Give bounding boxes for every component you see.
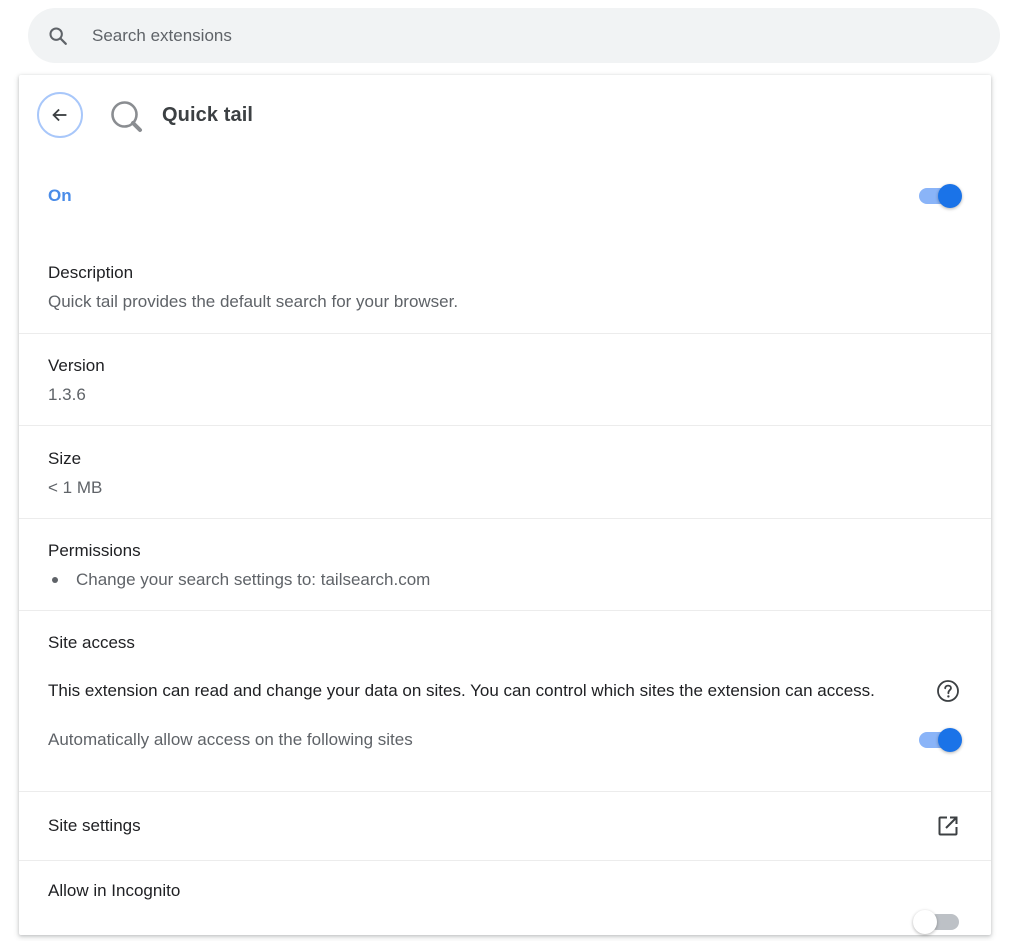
search-bar[interactable] bbox=[28, 8, 1000, 63]
site-settings-label: Site settings bbox=[48, 816, 141, 835]
auto-allow-toggle[interactable] bbox=[917, 727, 963, 753]
version-value: 1.3.6 bbox=[48, 385, 86, 404]
toggle-knob bbox=[938, 184, 962, 208]
incognito-label: Allow in Incognito bbox=[48, 881, 181, 900]
site-access-description: This extension can read and change your … bbox=[48, 681, 875, 700]
description-value: Quick tail provides the default search f… bbox=[48, 292, 459, 311]
site-access-row: Site access This extension can read and … bbox=[19, 611, 991, 792]
enable-row: On bbox=[19, 157, 991, 237]
description-label: Description bbox=[48, 263, 134, 282]
permission-text: Change your search settings to: tailsear… bbox=[76, 570, 431, 589]
size-row: Size < 1 MB bbox=[19, 426, 991, 519]
size-value: < 1 MB bbox=[48, 478, 103, 497]
magnifier-icon bbox=[111, 101, 142, 132]
status-label: On bbox=[48, 186, 72, 205]
extension-name: Quick tail bbox=[162, 104, 254, 126]
version-label: Version bbox=[48, 356, 105, 375]
arrow-back-icon bbox=[52, 108, 67, 122]
auto-allow-label: Automatically allow access on the follow… bbox=[48, 730, 413, 749]
enable-toggle[interactable] bbox=[917, 183, 963, 209]
bullet-icon bbox=[52, 577, 58, 583]
permissions-row: Permissions Change your search settings … bbox=[19, 519, 991, 611]
site-settings-row[interactable]: Site settings bbox=[19, 792, 991, 861]
site-access-label: Site access bbox=[48, 633, 135, 652]
search-input[interactable] bbox=[92, 8, 972, 63]
help-circle-icon[interactable] bbox=[936, 679, 960, 703]
extension-details-card: Quick tail On Description Quick tail pro… bbox=[19, 75, 991, 935]
details-header: Quick tail bbox=[19, 75, 991, 157]
search-icon bbox=[49, 27, 67, 45]
permissions-label: Permissions bbox=[48, 541, 141, 560]
description-row: Description Quick tail provides the defa… bbox=[19, 249, 991, 334]
incognito-row: Allow in Incognito bbox=[19, 861, 991, 941]
back-button[interactable] bbox=[37, 92, 83, 138]
permission-item: Change your search settings to: tailsear… bbox=[52, 570, 430, 590]
open-in-new-icon[interactable] bbox=[936, 814, 960, 838]
toggle-knob bbox=[938, 728, 962, 752]
version-row: Version 1.3.6 bbox=[19, 334, 991, 426]
size-label: Size bbox=[48, 449, 82, 468]
incognito-toggle[interactable] bbox=[913, 909, 959, 935]
